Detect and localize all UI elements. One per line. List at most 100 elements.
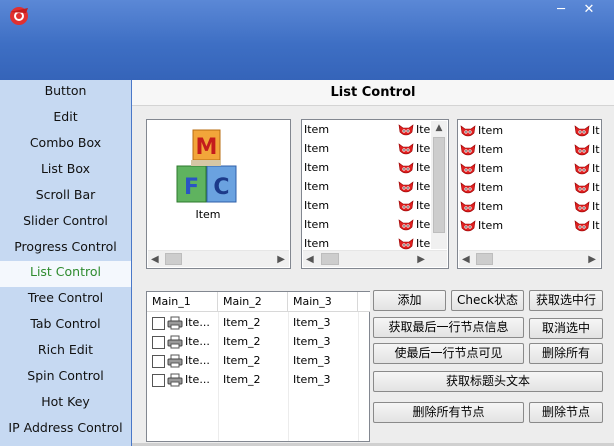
sidebar-item-button[interactable]: Button [0,80,131,106]
table-cell[interactable]: Item_2 [223,332,287,351]
svg-text:C: C [213,175,229,200]
list-item[interactable]: Item [460,216,560,235]
list-item[interactable]: Item [460,121,560,140]
vertical-scrollbar[interactable]: ▲ [431,121,447,249]
sidebar-item-list-control[interactable]: List Control [0,261,131,287]
scroll-left-icon[interactable]: ◀ [462,251,470,268]
scroll-thumb[interactable] [476,253,493,265]
sidebar-item-hot-key[interactable]: Hot Key [0,391,131,417]
table-cell: Ite... [185,373,210,386]
list-item[interactable]: Ite [398,158,430,177]
list-item[interactable]: Item [303,196,395,215]
list-item[interactable]: Item [303,158,395,177]
delete-node-button[interactable]: 删除节点 [529,402,603,423]
sidebar-item-tab-control[interactable]: Tab Control [0,313,131,339]
make-last-row-visible-button[interactable]: 使最后一行节点可见 [373,343,524,364]
table-row[interactable]: Ite... [147,332,218,351]
list-item[interactable]: Item [303,177,395,196]
add-button[interactable]: 添加 [373,290,446,311]
table-cell: Ite... [185,335,210,348]
list-item[interactable]: It [574,197,601,216]
scroll-left-icon[interactable]: ◀ [306,251,314,268]
grid-line [288,312,289,441]
column-header-main-3[interactable]: Main_3 [288,292,358,312]
scroll-left-icon[interactable]: ◀ [151,251,159,268]
table-cell[interactable]: Item_3 [293,351,357,370]
icon-item-label[interactable]: Item [147,208,269,221]
table-row[interactable]: Ite... [147,351,218,370]
list-item[interactable]: Item [460,140,560,159]
sidebar-item-edit[interactable]: Edit [0,106,131,132]
list-item[interactable]: Item [460,178,560,197]
icon-view-list[interactable]: M F C Item ◀ ▶ [146,119,291,269]
horizontal-scrollbar[interactable]: ◀ ▶ [303,250,447,267]
sidebar-item-ip-address-control[interactable]: IP Address Control [0,417,131,443]
scroll-up-icon[interactable]: ▲ [431,121,447,135]
scroll-right-icon[interactable]: ▶ [588,251,596,268]
get-selected-row-button[interactable]: 获取选中行 [529,290,603,311]
scroll-right-icon[interactable]: ▶ [277,251,285,268]
table-row[interactable]: Ite... [147,313,218,332]
list-item[interactable]: It [574,121,601,140]
sidebar-item-rich-edit[interactable]: Rich Edit [0,339,131,365]
small-icon-list[interactable]: Item Item Item Item Item Item Item Ite Ite Ite Ite… [301,119,449,269]
table-row[interactable]: Ite... [147,370,218,389]
delete-all-nodes-button[interactable]: 删除所有节点 [373,402,524,423]
list-item[interactable]: Ite [398,120,430,139]
list-item[interactable]: Ite [398,177,430,196]
red-cat-icon [398,123,414,135]
table-cell[interactable]: Item_3 [293,313,357,332]
list-item[interactable]: It [574,159,601,178]
list-item[interactable]: Ite [398,196,430,215]
get-header-text-button[interactable]: 获取标题头文本 [373,371,603,392]
row-checkbox[interactable] [152,354,165,368]
column-header-main-1[interactable]: Main_1 [147,292,218,312]
sidebar-item-spin-control[interactable]: Spin Control [0,365,131,391]
sidebar-item-tree-control[interactable]: Tree Control [0,287,131,313]
check-state-button[interactable]: Check状态 [451,290,524,311]
list-item-label: Item [478,181,504,194]
scroll-right-icon[interactable]: ▶ [417,251,425,268]
list-item[interactable]: It [574,178,601,197]
report-list[interactable]: Main_1 Main_2 Main_3 Ite... Item_2 Item_3 I… [146,291,370,442]
sidebar-item-list-box[interactable]: List Box [0,158,131,184]
list-item[interactable]: Item [460,197,560,216]
minimize-button[interactable]: ─ [548,0,574,22]
horizontal-scrollbar[interactable]: ◀ ▶ [148,250,289,267]
list-item[interactable]: Item [303,215,395,234]
list-item[interactable]: It [574,140,601,159]
list-item[interactable]: Item [460,159,560,178]
table-cell[interactable]: Item_3 [293,370,357,389]
delete-all-button[interactable]: 删除所有 [529,343,603,364]
horizontal-scrollbar[interactable]: ◀ ▶ [459,250,600,267]
close-button[interactable]: ✕ [576,0,602,22]
grid-line [218,312,219,441]
table-cell[interactable]: Item_2 [223,370,287,389]
list-item-label: Ite [416,180,430,193]
sidebar-item-slider-control[interactable]: Slider Control [0,210,131,236]
sidebar-item-scroll-bar[interactable]: Scroll Bar [0,184,131,210]
list-item[interactable]: It [574,216,601,235]
scroll-thumb[interactable] [165,253,182,265]
printer-icon [167,354,183,368]
list-item[interactable]: Item [303,139,395,158]
list-view[interactable]: Item Item Item Item Item Item It It It It It It ◀ ▶ [457,119,602,269]
red-cat-icon [574,143,590,155]
column-header-main-2[interactable]: Main_2 [218,292,288,312]
list-item[interactable]: Ite [398,215,430,234]
get-last-row-info-button[interactable]: 获取最后一行节点信息 [373,317,524,338]
sidebar-item-combo-box[interactable]: Combo Box [0,132,131,158]
table-cell[interactable]: Item_2 [223,313,287,332]
svg-text:M: M [196,135,218,160]
deselect-button[interactable]: 取消选中 [529,318,603,339]
row-checkbox[interactable] [152,373,165,387]
scroll-thumb[interactable] [321,253,339,265]
list-item[interactable]: Ite [398,139,430,158]
scroll-thumb[interactable] [433,137,445,233]
row-checkbox[interactable] [152,335,165,349]
table-cell[interactable]: Item_2 [223,351,287,370]
list-item[interactable]: Item [303,120,395,139]
sidebar-item-progress-control[interactable]: Progress Control [0,236,131,262]
row-checkbox[interactable] [152,316,165,330]
table-cell[interactable]: Item_3 [293,332,357,351]
